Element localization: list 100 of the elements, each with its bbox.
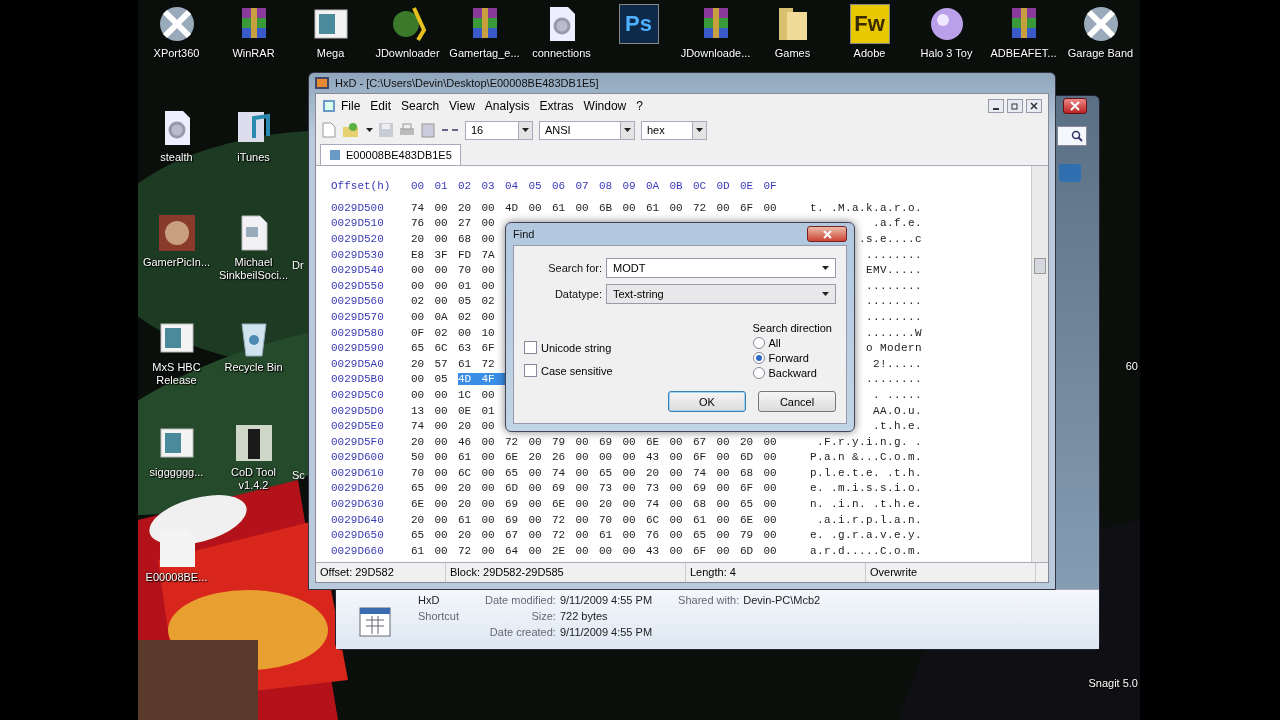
clipboard-icon[interactable] <box>421 122 435 138</box>
hex-byte: 00 <box>458 326 473 339</box>
icon-label[interactable]: Halo 3 Toy <box>920 47 973 60</box>
close-icon <box>1030 102 1038 110</box>
icon-label[interactable]: XPort360 <box>153 47 200 60</box>
radio-button[interactable] <box>752 337 765 349</box>
icon-label[interactable]: Snagit 5.0 <box>1088 677 1138 690</box>
detail-label: Date modified: <box>484 594 556 606</box>
caret-icon <box>822 292 829 296</box>
close-button[interactable] <box>1026 99 1042 113</box>
icon-label[interactable]: Games <box>774 47 811 60</box>
hex-byte: 00 <box>481 498 496 511</box>
icon-label[interactable]: CoD Tool v1.4.2 <box>215 466 292 492</box>
menu-item[interactable]: View <box>444 97 480 115</box>
radio-button[interactable] <box>752 352 765 364</box>
icon-label[interactable]: Sc <box>292 469 305 523</box>
hex-byte: 00 <box>528 201 543 214</box>
icon-label[interactable]: iTunes <box>237 151 270 164</box>
dialog-button[interactable]: OK <box>668 391 746 412</box>
icon-label[interactable]: Recycle Bin <box>224 361 283 374</box>
checkbox[interactable] <box>524 364 537 377</box>
datatype-select[interactable]: Text-string <box>606 284 836 304</box>
hex-byte: 6E <box>505 451 520 464</box>
column-header: 01 <box>434 180 449 192</box>
hex-byte: 02 <box>434 326 449 339</box>
hex-byte: 00 <box>411 310 426 323</box>
hex-byte: 00 <box>622 544 637 557</box>
icon-label[interactable]: Gamertag_e... <box>449 47 520 60</box>
column-header: 0C <box>693 180 708 192</box>
menu-item[interactable]: Edit <box>365 97 397 115</box>
detail-value: Devin-PC\Mcb2 <box>743 594 821 606</box>
search-field[interactable]: MODT <box>606 258 836 278</box>
close-button[interactable] <box>1063 98 1087 114</box>
status-text: Block: 29D582-29D585 <box>446 563 686 582</box>
hex-byte: 6F <box>740 482 755 495</box>
row-offset: 0029D570 <box>331 310 385 323</box>
menu-item[interactable]: Extras <box>534 97 579 115</box>
hex-byte: 00 <box>622 513 637 526</box>
hex-byte: 20 <box>458 498 473 511</box>
checkbox[interactable] <box>524 341 537 354</box>
column-header: 0A <box>646 180 661 192</box>
icon-label[interactable]: JDownloader <box>375 47 440 60</box>
hex-byte: 00 <box>763 451 778 464</box>
icon-label[interactable]: sigggggg... <box>149 466 204 479</box>
radio-button[interactable] <box>752 367 765 379</box>
hex-byte: 6F <box>481 342 496 355</box>
base-select[interactable]: hex <box>641 120 707 140</box>
hex-byte: 00 <box>716 544 731 557</box>
icon-label[interactable]: Dr <box>292 259 304 313</box>
columns-select[interactable]: 16 <box>465 120 533 140</box>
menu-item[interactable]: ? <box>631 97 648 115</box>
hex-byte: 00 <box>575 451 590 464</box>
hex-byte: 00 <box>481 482 496 495</box>
hex-byte: 00 <box>763 529 778 542</box>
icon-label[interactable]: Adobe <box>853 47 886 60</box>
scrollbar[interactable] <box>1031 166 1048 562</box>
close-button[interactable] <box>807 226 847 242</box>
scroll-thumb[interactable] <box>1034 258 1046 274</box>
dialog-button[interactable]: Cancel <box>758 391 836 412</box>
hex-byte: E8 <box>411 248 426 261</box>
icon-label[interactable]: ADBEAFET... <box>990 47 1057 60</box>
hex-byte: 72 <box>552 513 567 526</box>
minimize-button[interactable] <box>988 99 1004 113</box>
hex-byte: 00 <box>716 513 731 526</box>
hex-byte: 00 <box>434 295 449 308</box>
icon-label[interactable]: Mega <box>316 47 345 60</box>
icon-label[interactable]: connections <box>532 47 591 60</box>
search-field[interactable] <box>1057 126 1087 146</box>
icon-label[interactable]: WinRAR <box>232 47 275 60</box>
menu-item[interactable]: File <box>336 97 366 115</box>
hex-byte: 69 <box>505 513 520 526</box>
hex-byte: 00 <box>481 544 496 557</box>
file-tab[interactable]: E00008BE483DB1E5 <box>320 144 461 165</box>
column-header: 04 <box>505 180 520 192</box>
icon-label[interactable]: Garage Band <box>1067 47 1134 60</box>
hex-byte: 72 <box>552 529 567 542</box>
hex-byte: 46 <box>458 435 473 448</box>
detail-label: Date created: <box>488 626 556 638</box>
icon-label[interactable]: Michael SinkbeilSoci... <box>215 256 292 282</box>
hex-byte: 20 <box>646 466 661 479</box>
column-header: 0F <box>763 180 778 192</box>
hex-byte: 00 <box>411 279 426 292</box>
icon-label[interactable]: 60 <box>1125 360 1138 373</box>
hex-byte: 00 <box>528 544 543 557</box>
hex-byte: 74 <box>411 420 426 433</box>
menu-item[interactable]: Search <box>396 97 445 115</box>
open-folder-icon[interactable] <box>342 122 360 138</box>
ascii-text: .a.i.r.p.l.a.n. <box>815 513 922 526</box>
icon-label[interactable]: stealth <box>160 151 193 164</box>
menu-item[interactable]: Analysis <box>479 97 535 115</box>
charset-select[interactable]: ANSI <box>539 120 635 140</box>
hex-byte: 61 <box>552 201 567 214</box>
icon-label[interactable]: JDownloade... <box>680 47 751 60</box>
icon-label[interactable]: MxS HBC Release <box>138 361 215 387</box>
menu-item[interactable]: Window <box>578 97 632 115</box>
hex-byte: 00 <box>481 420 496 433</box>
icon-label[interactable]: GamerPicIn... <box>142 256 211 269</box>
hex-byte: 20 <box>411 435 426 448</box>
print-icon[interactable] <box>399 123 415 137</box>
icon-label[interactable]: E00008BE... <box>145 571 208 584</box>
